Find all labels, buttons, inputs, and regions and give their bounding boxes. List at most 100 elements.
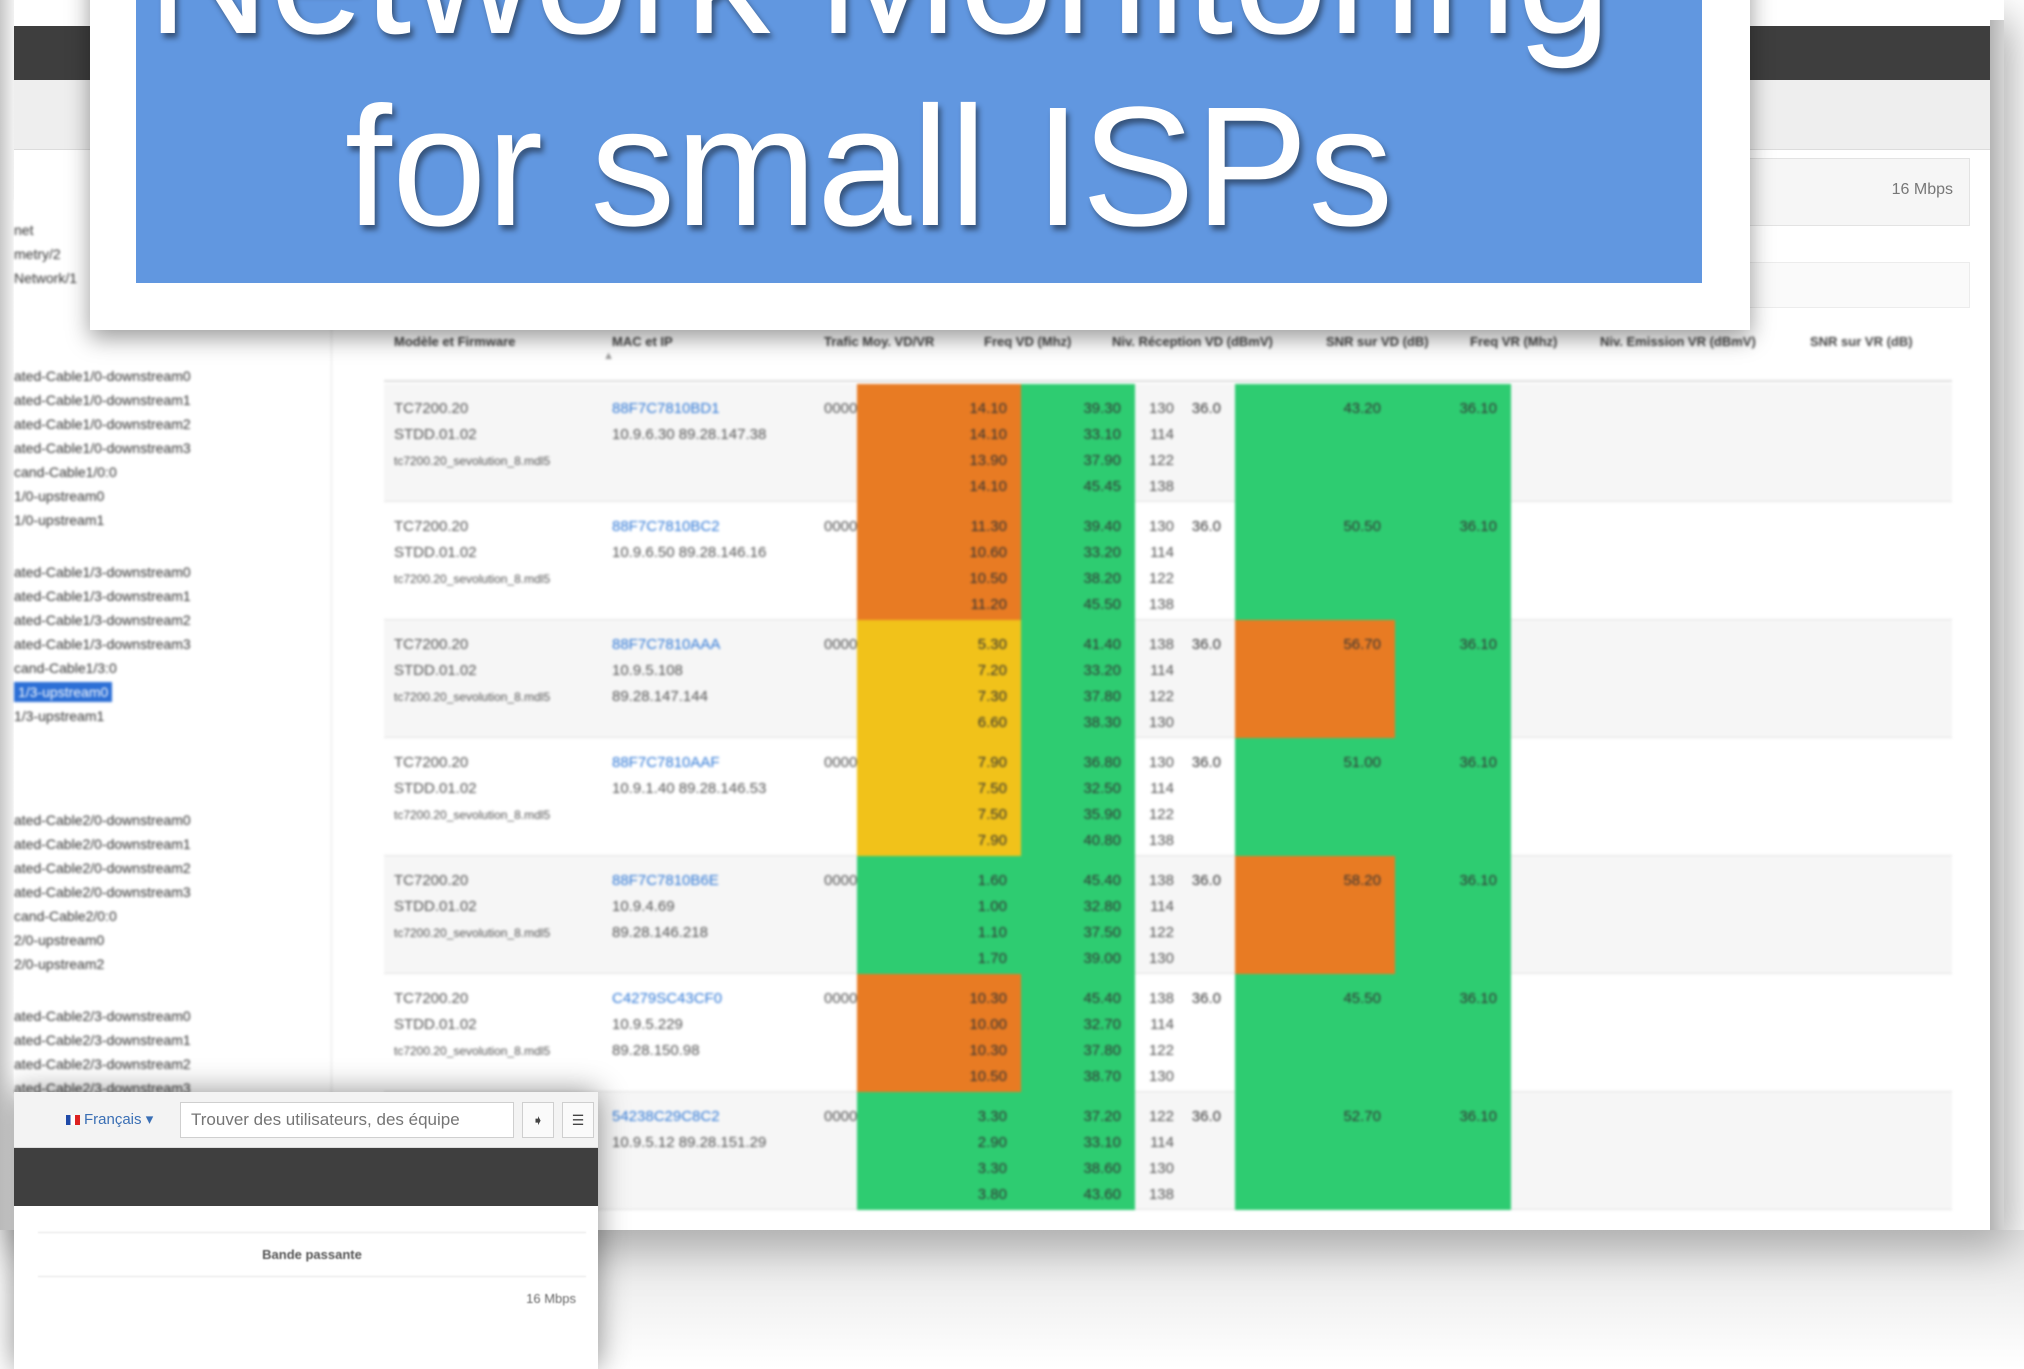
firmware-version: STDD.01.02	[394, 544, 477, 561]
title-banner-fill: Network Monitoring for small ISPs	[136, 0, 1702, 283]
rx-level-value: 14.10	[969, 400, 1007, 417]
rx-level-value: 6.60	[977, 714, 1007, 731]
snr-down-value: 37.50	[1083, 924, 1121, 941]
snr-up-cell: 36.10	[1395, 384, 1511, 502]
col-header-freq-down[interactable]: Freq VD (Mhz)	[984, 332, 1094, 352]
rx-level-value: 7.50	[977, 780, 1007, 797]
tx-level-value: 50.50	[1343, 518, 1381, 535]
menu-icon[interactable]: ☰	[562, 1102, 594, 1138]
tree-item[interactable]: 1/3-upstream1	[14, 706, 104, 726]
snr-up-value: 36.10	[1459, 518, 1497, 535]
col-header-snr-down[interactable]: SNR sur VD (dB)	[1326, 332, 1446, 352]
tree-item[interactable]: ated-Cable1/3-downstream0	[14, 562, 191, 582]
table-row[interactable]: TC7200.20 STDD.01.02 tc7200.20_sevolution_…	[384, 974, 1952, 1092]
language-select[interactable]: Français ▾	[66, 1110, 153, 1128]
tree-item[interactable]: cand-Cable1/0:0	[14, 462, 117, 482]
rx-level-value: 3.30	[977, 1108, 1007, 1125]
col-header-tx-level[interactable]: Niv. Emission VR (dBmV)	[1600, 332, 1780, 352]
snr-down-value: 35.90	[1083, 806, 1121, 823]
tree-item[interactable]: 1/0-upstream1	[14, 510, 104, 530]
tree-item[interactable]: ated-Cable2/0-downstream1	[14, 834, 191, 854]
snr-up-value: 36.10	[1459, 400, 1497, 417]
tree-item[interactable]: ated-Cable2/3-downstream1	[14, 1030, 191, 1050]
tree-item[interactable]: ated-Cable1/0-downstream2	[14, 414, 191, 434]
mac-address-link[interactable]: 54238C29C8C2	[612, 1104, 822, 1130]
snr-down-value: 33.20	[1083, 662, 1121, 679]
snr-up-value: 36.10	[1459, 872, 1497, 889]
tree-item[interactable]: ated-Cable2/3-downstream2	[14, 1054, 191, 1074]
rx-level-cell: 1.60 1.00 1.10 1.70	[857, 856, 1021, 974]
table-row[interactable]: TC7200.20 STDD.01.02 tc7200.20_sevolution_…	[384, 502, 1952, 620]
search-go-button[interactable]: ➧	[522, 1102, 554, 1138]
tx-level-cell: 50.50	[1235, 502, 1395, 620]
snr-down-value: 33.20	[1083, 544, 1121, 561]
tree-item[interactable]: Network/1	[14, 268, 77, 288]
col-header-traffic[interactable]: Trafic Moy. VD/VR	[824, 332, 944, 352]
snr-up-value: 36.10	[1459, 1108, 1497, 1125]
snr-down-value: 33.10	[1083, 426, 1121, 443]
firmware-file: tc7200.20_sevolution_8.mdl5	[394, 454, 551, 468]
table-row[interactable]: TC7200.20 STDD.01.02 tc7200.20_sevolution_…	[384, 620, 1952, 738]
firmware-file: tc7200.20_sevolution_8.mdl5	[394, 926, 551, 940]
tree-item[interactable]: ated-Cable1/3-downstream2	[14, 610, 191, 630]
col-header-rx-level[interactable]: Niv. Réception VD (dBmV)	[1112, 332, 1292, 352]
tree-item[interactable]: ated-Cable1/0-downstream3	[14, 438, 191, 458]
snr-down-value: 45.45	[1083, 478, 1121, 495]
col-header-mac[interactable]: MAC et IP	[612, 332, 792, 352]
tree-item[interactable]: 1/3-upstream0	[14, 682, 113, 702]
table-row[interactable]: TC7200.20 STDD.01.02 tc7200.20_sevolution_…	[384, 384, 1952, 502]
table-row[interactable]: TC7200.20 STDD.01.02 tc7200.20_sevolution_…	[384, 856, 1952, 974]
search-input[interactable]	[180, 1102, 514, 1138]
snr-up-cell: 36.10	[1395, 974, 1511, 1092]
tree-item[interactable]: ated-Cable2/3-downstream0	[14, 1006, 191, 1026]
mac-address-link[interactable]: 88F7C7810BC2	[612, 514, 822, 540]
shadow-fade	[598, 1230, 2024, 1369]
tx-level-cell: 43.20	[1235, 384, 1395, 502]
tree-item[interactable]: ated-Cable1/3-downstream3	[14, 634, 191, 654]
ip-address: 10.9.5.229	[612, 1016, 683, 1033]
snr-down-value: 38.60	[1083, 1160, 1121, 1177]
tree-item[interactable]: net	[14, 220, 33, 240]
mac-address-link[interactable]: 88F7C7810AAA	[612, 632, 822, 658]
mac-address-link[interactable]: 88F7C7810AAF	[612, 750, 822, 776]
mac-address-link[interactable]: C4279SC43CF0	[612, 986, 822, 1012]
ip-address: 10.9.1.40 89.28.146.53	[612, 780, 767, 797]
col-header-model[interactable]: Modèle et Firmware ▲	[394, 332, 614, 362]
tree-item[interactable]: 2/0-upstream2	[14, 954, 104, 974]
bandwidth-panel-value: 16 Mbps	[526, 1291, 576, 1306]
table-row[interactable]: TC7200.20 STDD.01.02 tc7200.20_sevolution_…	[384, 738, 1952, 856]
tree-item[interactable]: metry/2	[14, 244, 61, 264]
rx-level-value: 7.30	[977, 688, 1007, 705]
firmware-file: tc7200.20_sevolution_8.mdl5	[394, 1044, 551, 1058]
overlay-topbar: Français ▾ ➧ ☰	[14, 1092, 598, 1148]
mac-address-link[interactable]: 88F7C7810BD1	[612, 396, 822, 422]
bandwidth-panel-header: Bande passante	[38, 1233, 586, 1277]
firmware-file: tc7200.20_sevolution_8.mdl5	[394, 572, 551, 586]
rx-level-value: 7.90	[977, 832, 1007, 849]
tree-item[interactable]: ated-Cable2/0-downstream2	[14, 858, 191, 878]
col-header-freq-up[interactable]: Freq VR (Mhz)	[1470, 332, 1570, 352]
table-header: Modèle et Firmware ▲ MAC et IP Trafic Moy…	[384, 326, 1952, 382]
tree-item[interactable]: ated-Cable1/0-downstream0	[14, 366, 191, 386]
tree-item[interactable]: ated-Cable1/3-downstream1	[14, 586, 191, 606]
table-row[interactable]: 54238C29C8C2 10.9.5.12 89.28.151.29 00000 …	[384, 1092, 1952, 1210]
tree-item[interactable]: cand-Cable2/0:0	[14, 906, 117, 926]
rx-level-value: 10.00	[969, 1016, 1007, 1033]
overlay-navbar	[14, 1148, 598, 1206]
tree-item[interactable]: 2/0-upstream0	[14, 930, 104, 950]
snr-down-value: 45.40	[1083, 990, 1121, 1007]
tree-item[interactable]: ated-Cable2/0-downstream3	[14, 882, 191, 902]
tree-item[interactable]: cand-Cable1/3:0	[14, 658, 117, 678]
snr-up-value: 36.10	[1459, 636, 1497, 653]
snr-down-cell: 41.40 33.20 37.80 38.30	[1021, 620, 1135, 738]
freq-up-value: 36.0	[1191, 754, 1221, 771]
tree-item[interactable]: ated-Cable2/0-downstream0	[14, 810, 191, 830]
rx-level-value: 7.90	[977, 754, 1007, 771]
rx-level-cell: 14.10 14.10 13.90 14.10	[857, 384, 1021, 502]
tree-item[interactable]: 1/0-upstream0	[14, 486, 104, 506]
snr-down-cell: 39.30 33.10 37.90 45.45	[1021, 384, 1135, 502]
mac-ip-cell: 88F7C7810AAA 10.9.5.108 89.28.147.144	[612, 632, 822, 710]
mac-address-link[interactable]: 88F7C7810B6E	[612, 868, 822, 894]
col-header-snr-up[interactable]: SNR sur VR (dB)	[1810, 332, 1930, 352]
tree-item[interactable]: ated-Cable1/0-downstream1	[14, 390, 191, 410]
